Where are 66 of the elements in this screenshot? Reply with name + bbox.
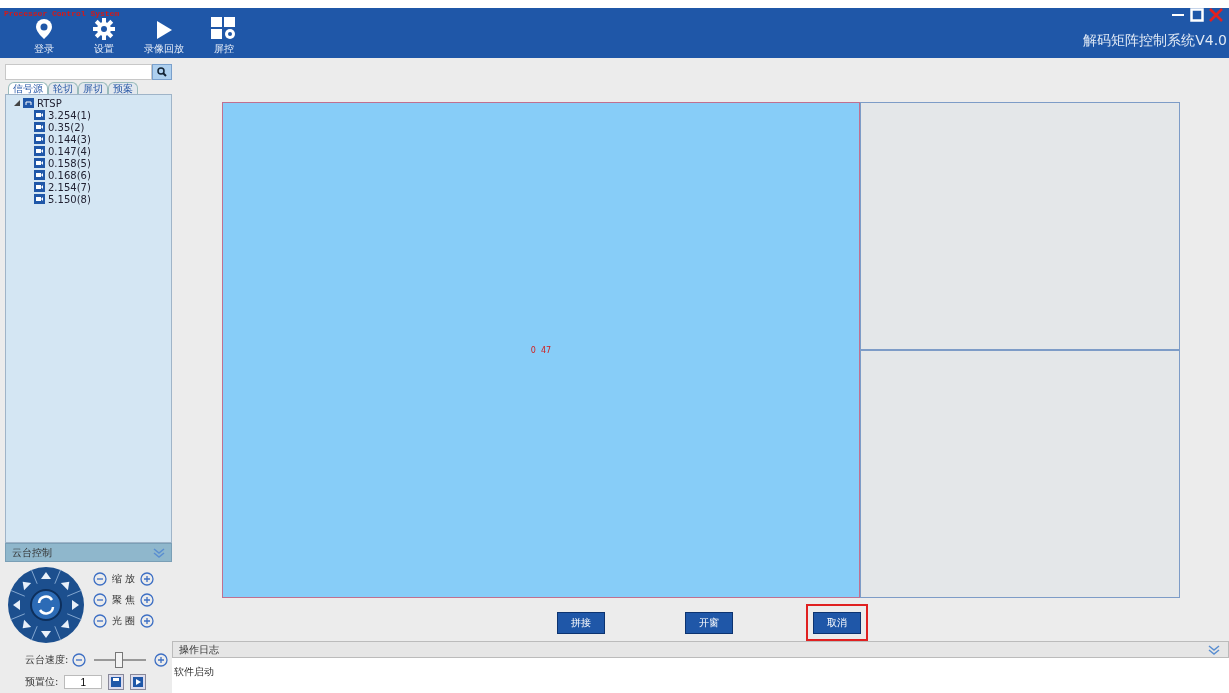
search-field[interactable] xyxy=(5,64,152,80)
tree-item[interactable]: 2.154(7) xyxy=(14,181,171,193)
plus-icon[interactable] xyxy=(140,572,155,586)
maximize-icon[interactable] xyxy=(1190,8,1204,22)
camera-icon xyxy=(34,158,45,168)
camera-icon xyxy=(34,194,45,204)
search-button[interactable] xyxy=(152,64,172,80)
action-button[interactable]: 取消 xyxy=(813,612,861,634)
tab[interactable]: 屏切 xyxy=(78,82,108,94)
tree-item[interactable]: 0.168(6) xyxy=(14,169,171,181)
screen-cell[interactable] xyxy=(860,350,1180,598)
preset-field[interactable]: 1 xyxy=(64,675,103,689)
camera-icon xyxy=(34,134,45,144)
device-icon xyxy=(23,98,34,108)
adjust-label: 缩 放 xyxy=(112,572,136,586)
minus-icon[interactable] xyxy=(93,572,107,586)
preset-label: 预置位: xyxy=(25,675,59,689)
tree-item[interactable]: 3.254(1) xyxy=(14,109,171,121)
settings-icon xyxy=(93,18,115,40)
log-line: 软件启动 xyxy=(174,666,214,677)
save-button[interactable] xyxy=(108,674,125,690)
action-button[interactable]: 开窗 xyxy=(685,612,733,634)
action-button[interactable]: 拼接 xyxy=(557,612,605,634)
panel-title: 操作日志 xyxy=(179,642,219,657)
tab[interactable]: 轮切 xyxy=(48,82,78,94)
camera-icon xyxy=(34,110,45,120)
camera-icon xyxy=(34,182,45,192)
call-preset-button[interactable] xyxy=(130,674,147,690)
cell-label: 0 47 xyxy=(530,345,552,355)
speed-label: 云台速度: xyxy=(25,653,69,667)
minus-icon[interactable] xyxy=(93,593,107,607)
camera-icon xyxy=(34,146,45,156)
tree-item[interactable]: RTSP xyxy=(14,97,171,109)
plus-icon[interactable] xyxy=(154,653,169,667)
tree-item[interactable]: 0.35(2) xyxy=(14,121,171,133)
window-title: 解码矩阵控制系统V4.0 xyxy=(1083,32,1227,50)
app-caption: Processor Control System xyxy=(4,9,120,18)
screen-settings-icon xyxy=(210,16,238,40)
tree-item[interactable]: 0.158(5) xyxy=(14,157,171,169)
save-icon xyxy=(111,677,122,687)
slider-thumb[interactable] xyxy=(115,652,124,668)
panel-title: 云台控制 xyxy=(12,545,52,560)
plus-icon[interactable] xyxy=(140,614,155,628)
minus-icon[interactable] xyxy=(72,653,87,667)
toolbar-button[interactable]: 录像回放 xyxy=(134,16,194,58)
plus-icon[interactable] xyxy=(140,593,155,607)
tree-item[interactable]: 0.144(3) xyxy=(14,133,171,145)
direction-pad[interactable] xyxy=(7,566,85,644)
tree-item[interactable]: 5.150(8) xyxy=(14,193,171,205)
expander-icon xyxy=(14,100,20,106)
camera-icon xyxy=(34,170,45,180)
tab[interactable]: 预案 xyxy=(108,82,138,94)
play-icon xyxy=(155,20,173,40)
camera-icon xyxy=(34,122,45,132)
location-pin-icon xyxy=(35,18,53,40)
tree-item[interactable]: 0.147(4) xyxy=(14,145,171,157)
toolbar-button[interactable]: 登录 xyxy=(14,16,74,58)
tab[interactable]: 信号源 xyxy=(8,82,48,94)
play-icon xyxy=(133,677,144,687)
minus-icon[interactable] xyxy=(93,614,107,628)
toolbar-button[interactable]: 屏控 xyxy=(194,16,254,58)
screen-cell[interactable] xyxy=(860,102,1180,350)
collapse-icon[interactable] xyxy=(1208,644,1220,655)
adjust-label: 光 圈 xyxy=(112,614,136,628)
search-icon xyxy=(157,67,167,77)
adjust-label: 聚 焦 xyxy=(112,593,136,607)
